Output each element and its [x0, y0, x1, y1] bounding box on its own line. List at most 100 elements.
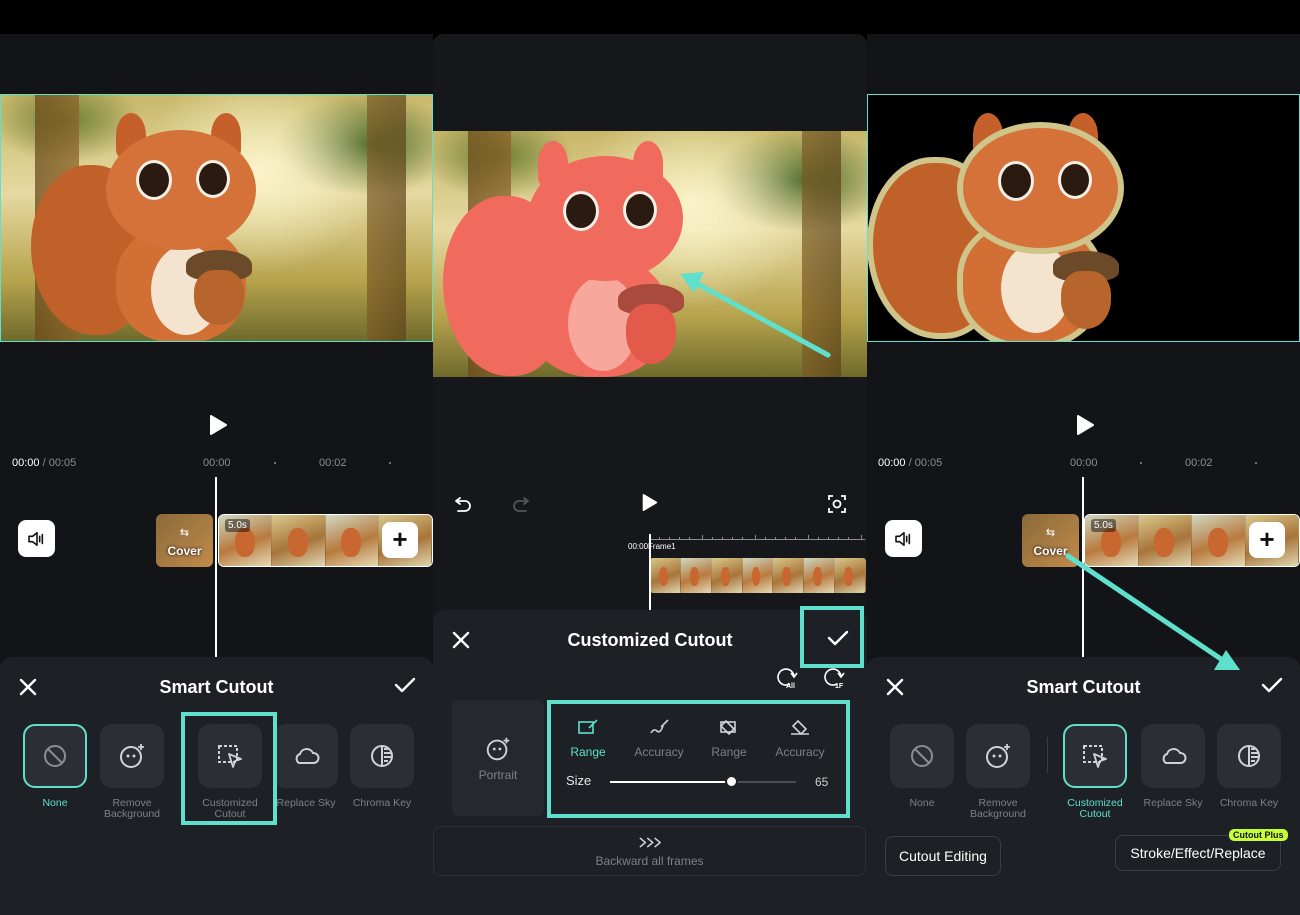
frame-label: Frame1 — [648, 542, 676, 551]
option-label: Remove Background — [103, 797, 161, 820]
cover-label: Cover — [167, 544, 202, 558]
option-chroma-key[interactable]: Chroma Key — [350, 724, 414, 809]
option-label: Chroma Key — [1219, 797, 1279, 809]
option-chroma-key[interactable]: Chroma Key — [1217, 724, 1281, 809]
pen-icon — [650, 719, 669, 734]
squirrel-cutout — [873, 103, 1173, 341]
highlight-box — [800, 606, 864, 668]
portrait-option[interactable]: Portrait — [452, 700, 544, 816]
swap-icon: ⇆ — [1045, 527, 1056, 539]
swap-icon: ⇆ — [179, 527, 190, 539]
size-slider-knob[interactable] — [724, 775, 738, 788]
mode-label: Range — [570, 745, 606, 759]
size-slider-fill — [610, 781, 731, 783]
add-clip-button[interactable]: + — [1249, 522, 1285, 558]
clip-duration: 5.0s — [225, 519, 250, 532]
none-icon — [23, 724, 87, 788]
playhead[interactable] — [215, 477, 217, 657]
size-label: Size — [566, 773, 592, 788]
mode-range-erase[interactable]: Range — [694, 718, 764, 759]
size-value: 65 — [815, 775, 829, 789]
option-label: None — [42, 797, 68, 809]
total-time: / 00:05 — [42, 457, 77, 469]
cover-thumbnail[interactable]: ⇆ Cover — [1022, 514, 1079, 567]
speaker-icon — [27, 531, 43, 546]
video-preview[interactable] — [0, 94, 433, 342]
cloud-icon — [1141, 724, 1205, 788]
frame-time: 00:00 — [628, 542, 649, 551]
confirm-check-icon[interactable] — [393, 673, 417, 697]
option-label: Replace Sky — [276, 797, 336, 809]
option-none[interactable]: None — [890, 724, 954, 809]
option-remove-background[interactable]: Remove Background — [100, 724, 164, 819]
playhead[interactable] — [649, 534, 651, 610]
chroma-key-icon — [1217, 724, 1281, 788]
customized-cutout-icon — [1063, 724, 1127, 788]
playhead[interactable] — [1082, 477, 1084, 657]
option-replace-sky[interactable]: Replace Sky — [274, 724, 338, 809]
cover-thumbnail[interactable]: ⇆ Cover — [156, 514, 213, 567]
mute-button[interactable] — [18, 520, 55, 557]
customized-cutout-sheet: Customized Cutout All 1F Portrait Range … — [433, 606, 867, 915]
size-slider[interactable] — [610, 775, 796, 788]
timecode: 00:00 / 00:05 — [12, 457, 76, 469]
apply-all-label: All — [786, 683, 795, 690]
option-none[interactable]: None — [23, 724, 87, 809]
chroma-key-icon — [350, 724, 414, 788]
apply-all-frames-button[interactable]: All — [775, 666, 799, 690]
cover-label: Cover — [1033, 544, 1068, 558]
cloud-icon — [274, 724, 338, 788]
apply-frame-label: 1F — [835, 683, 844, 690]
option-label: Customized Cutout — [1067, 797, 1123, 820]
mode-label: Range — [711, 745, 747, 759]
mode-range-add[interactable]: Range — [553, 718, 623, 759]
ruler-dot — [274, 462, 276, 464]
backward-label: Backward all frames — [595, 854, 704, 868]
clip-duration: 5.0s — [1091, 519, 1116, 532]
snapshot-icon[interactable] — [826, 493, 848, 515]
add-clip-button[interactable]: + — [382, 522, 418, 558]
mode-accuracy-erase[interactable]: Accuracy — [765, 718, 835, 759]
current-time: 00:00 — [878, 457, 906, 469]
current-time: 00:00 — [12, 457, 40, 469]
cutout-plus-badge: Cutout Plus — [1229, 829, 1288, 841]
option-label: None — [909, 797, 935, 809]
frame-ruler[interactable] — [649, 528, 865, 540]
squirrel-figure — [31, 105, 331, 341]
timecode: 00:00 / 00:05 — [878, 457, 942, 469]
customized-cutout-panel: 00:00Frame1 Customized Cutout All 1F Por… — [433, 34, 867, 915]
none-icon — [890, 724, 954, 788]
play-button[interactable] — [208, 414, 228, 436]
play-button[interactable] — [1075, 414, 1095, 436]
brush-add-icon — [578, 719, 598, 734]
speaker-icon — [894, 531, 910, 546]
option-customized-cutout[interactable]: Customized Cutout — [1063, 724, 1127, 819]
mode-accuracy-add[interactable]: Accuracy — [624, 718, 694, 759]
redo-icon[interactable] — [511, 494, 533, 516]
ruler-mark-2: 00:02 — [319, 457, 347, 469]
squirrel-selection-mask — [443, 136, 743, 377]
confirm-check-icon[interactable] — [1260, 673, 1284, 697]
cutout-preview[interactable] — [433, 131, 867, 377]
apply-one-frame-button[interactable]: 1F — [822, 666, 846, 690]
frame-strip[interactable] — [650, 558, 866, 593]
cutout-editing-button[interactable]: Cutout Editing — [885, 836, 1001, 876]
play-button[interactable] — [641, 493, 658, 512]
remove-background-icon — [966, 724, 1030, 788]
ruler-mark-0: 00:00 — [1070, 457, 1098, 469]
sheet-title: Smart Cutout — [1026, 677, 1141, 697]
option-remove-background[interactable]: Remove Background — [966, 724, 1030, 819]
eraser-fine-icon — [791, 719, 809, 736]
mode-label: Accuracy — [775, 745, 825, 759]
frame-position: 00:00Frame1 — [628, 542, 676, 551]
portrait-icon — [452, 735, 544, 768]
smart-cutout-panel-before: 00:00 / 00:05 00:00 00:02 ⇆ Cover 5.0s +… — [0, 34, 433, 915]
option-label: Replace Sky — [1143, 797, 1203, 809]
ruler-mark-2: 00:02 — [1185, 457, 1213, 469]
option-replace-sky[interactable]: Replace Sky — [1141, 724, 1205, 809]
cutout-result-preview[interactable] — [867, 94, 1300, 342]
undo-icon[interactable] — [451, 494, 473, 516]
mute-button[interactable] — [885, 520, 922, 557]
option-label: Remove Background — [969, 797, 1027, 820]
backward-all-frames-button[interactable]: Backward all frames — [433, 826, 866, 876]
